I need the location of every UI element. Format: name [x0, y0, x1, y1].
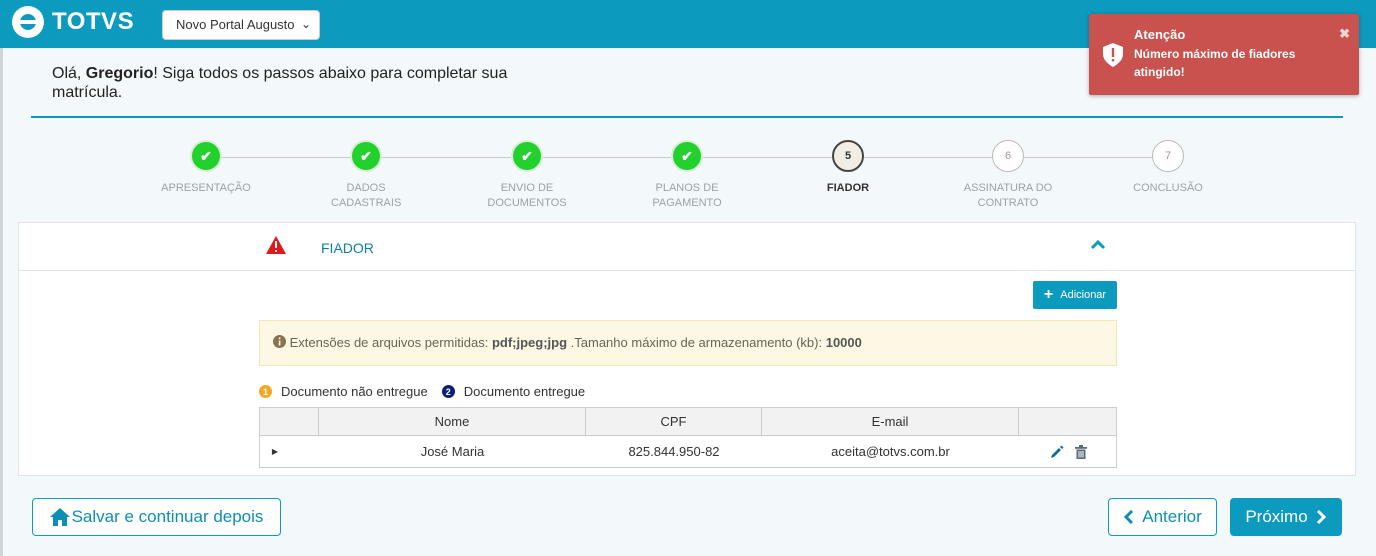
info-icon	[273, 335, 286, 348]
home-icon	[49, 508, 70, 526]
header-divider	[31, 116, 1343, 118]
chevron-right-icon	[1316, 510, 1326, 524]
previous-button[interactable]: Anterior	[1108, 498, 1217, 536]
greeting-text: Olá, Gregorio! Siga todos os passos abai…	[52, 65, 508, 101]
check-icon: ✔	[671, 140, 703, 172]
cell-email: aceita@totvs.com.br	[831, 444, 950, 459]
chevron-up-icon[interactable]	[1090, 239, 1106, 251]
user-name: Gregorio	[85, 65, 154, 82]
warning-icon	[266, 236, 286, 254]
step-apresentacao[interactable]: ✔ APRESENTAÇÃO	[136, 140, 276, 196]
step-envio-documentos[interactable]: ✔ ENVIO DE DOCUMENTOS	[457, 140, 597, 211]
delivered-badge-icon: 2	[441, 385, 455, 398]
fiador-table: Nome CPF E-mail ▶ José Maria 825.844.950…	[259, 407, 1117, 468]
chevron-down-icon: ⌄	[300, 17, 311, 31]
panel-title: FIADOR	[321, 240, 374, 256]
check-icon: ✔	[350, 140, 382, 172]
step-dados-cadastrais[interactable]: ✔ DADOS CADASTRAIS	[296, 140, 436, 211]
table-header: Nome CPF E-mail	[260, 408, 1116, 436]
file-info-alert: Extensões de arquivos permitidas: pdf;jp…	[259, 320, 1117, 366]
check-icon: ✔	[511, 140, 543, 172]
step-number: 5	[832, 140, 864, 172]
column-header-nome[interactable]: Nome	[319, 408, 586, 435]
error-toast: Atenção Número máximo de fiadores atingi…	[1089, 14, 1359, 95]
cell-nome: José Maria	[420, 444, 485, 459]
step-number: 7	[1152, 140, 1184, 172]
close-icon[interactable]: ✖	[1339, 26, 1350, 42]
column-header-email[interactable]: E-mail	[762, 408, 1019, 435]
plus-icon: +	[1043, 286, 1054, 303]
save-continue-later-button[interactable]: Salvar e continuar depois	[32, 498, 281, 536]
portal-select-value: Novo Portal Augusto	[176, 17, 295, 32]
chevron-left-icon	[1124, 510, 1134, 524]
step-fiador[interactable]: 5 FIADOR	[778, 140, 918, 196]
trash-icon[interactable]	[1071, 436, 1091, 467]
cell-cpf: 825.844.950-82	[628, 444, 720, 459]
edit-icon[interactable]	[1047, 436, 1067, 467]
totvs-logo[interactable]: TOTVS	[12, 6, 134, 38]
shield-warning-icon	[1103, 43, 1123, 67]
document-legend: 1 Documento não entregue 2 Documento ent…	[259, 384, 585, 399]
step-number: 6	[992, 140, 1024, 172]
fiador-panel: FIADOR + Adicionar Extensões de arquivos…	[18, 222, 1356, 476]
table-row: ▶ José Maria 825.844.950-82 aceita@totvs…	[260, 436, 1116, 467]
max-size: 10000	[825, 335, 862, 350]
brand-name: TOTVS	[52, 8, 135, 35]
fiador-panel-header[interactable]: FIADOR	[19, 223, 1355, 271]
totvs-logo-icon	[12, 6, 44, 38]
toast-message: Número máximo de fiadores atingido!	[1134, 47, 1296, 79]
next-button[interactable]: Próximo	[1230, 498, 1342, 536]
add-button[interactable]: + Adicionar	[1033, 281, 1117, 309]
expand-row-icon[interactable]: ▶	[260, 436, 290, 467]
step-planos-pagamento[interactable]: ✔ PLANOS DE PAGAMENTO	[617, 140, 757, 211]
column-header-cpf[interactable]: CPF	[586, 408, 762, 435]
step-conclusao[interactable]: 7 CONCLUSÃO	[1098, 140, 1238, 196]
allowed-extensions: pdf;jpeg;jpg	[491, 335, 568, 350]
step-assinatura-contrato[interactable]: 6 ASSINATURA DO CONTRATO	[938, 140, 1078, 211]
portal-select[interactable]: Novo Portal Augusto ⌄	[162, 10, 320, 40]
toast-title: Atenção	[1134, 27, 1186, 42]
progress-stepper: ✔ APRESENTAÇÃO ✔ DADOS CADASTRAIS ✔ ENVI…	[0, 140, 1376, 220]
check-icon: ✔	[190, 140, 222, 172]
pending-badge-icon: 1	[259, 385, 272, 398]
left-border	[0, 48, 3, 556]
